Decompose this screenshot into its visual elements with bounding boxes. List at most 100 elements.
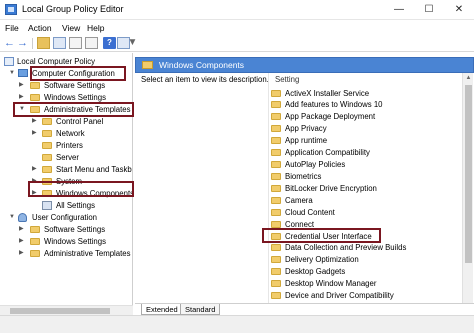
expand-arrow-icon[interactable]: ▶	[19, 236, 25, 247]
tree-label: All Settings	[56, 201, 96, 210]
tab-standard[interactable]: Standard	[180, 304, 221, 315]
show-hide-tree-icon[interactable]	[53, 37, 66, 49]
menu-action[interactable]: Action	[28, 23, 52, 33]
collapse-arrow-icon[interactable]: ▼	[9, 212, 15, 223]
folder-icon	[271, 197, 281, 204]
back-arrow-icon[interactable]: ←	[4, 37, 17, 49]
setting-item[interactable]: Application Compatibility	[271, 147, 461, 158]
toolbar: ← → ? ▼	[0, 35, 474, 52]
tree-item-control-panel[interactable]: ▶ Control Panel	[0, 116, 132, 127]
setting-column-header[interactable]: Setting	[275, 75, 299, 84]
tree-item-printers[interactable]: Printers	[0, 140, 132, 151]
expand-arrow-icon[interactable]: ▶	[32, 128, 38, 139]
setting-label: Camera	[285, 196, 313, 205]
tree-label: Windows Settings	[44, 237, 106, 246]
setting-label: Biometrics	[285, 172, 322, 181]
setting-item[interactable]: Camera	[271, 195, 461, 206]
folder-icon	[42, 130, 52, 137]
folder-icon	[271, 161, 281, 168]
tree-horizontal-scrollbar[interactable]	[0, 305, 133, 315]
menu-bar: File Action View Help	[0, 20, 474, 35]
tree-item-user-windows-settings[interactable]: ▶ Windows Settings	[0, 236, 132, 247]
close-icon[interactable]: ✕	[444, 0, 474, 20]
tree-item-server[interactable]: Server	[0, 152, 132, 163]
folder-icon	[142, 61, 153, 69]
setting-item[interactable]: ActiveX Installer Service	[271, 88, 461, 99]
details-header: Windows Components	[135, 57, 474, 73]
tab-extended[interactable]: Extended	[141, 304, 183, 315]
setting-item[interactable]: App Package Deployment	[271, 111, 461, 122]
folder-icon	[271, 221, 281, 228]
maximize-icon[interactable]: ☐	[414, 0, 444, 20]
folder-icon	[42, 142, 52, 149]
folder-icon	[271, 185, 281, 192]
forward-arrow-icon[interactable]: →	[17, 37, 30, 49]
column-divider	[268, 73, 269, 309]
setting-label: Data Collection and Preview Builds	[285, 243, 407, 252]
window-title: Local Group Policy Editor	[22, 4, 124, 14]
tree-item-all-settings[interactable]: All Settings	[0, 200, 132, 211]
setting-label: App runtime	[285, 136, 328, 145]
status-bar	[0, 315, 474, 333]
policy-icon	[4, 57, 14, 66]
menu-file[interactable]: File	[5, 23, 19, 33]
details-vertical-scrollbar[interactable]: ▲ ▼	[462, 73, 473, 315]
minimize-icon[interactable]: —	[384, 0, 414, 20]
folder-icon	[42, 118, 52, 125]
setting-item[interactable]: Add features to Windows 10	[271, 99, 461, 110]
tree-item-network[interactable]: ▶ Network	[0, 128, 132, 139]
folder-icon	[271, 268, 281, 275]
scrollbar-thumb[interactable]	[465, 85, 472, 263]
setting-item[interactable]: Cloud Content	[271, 207, 461, 218]
filter-icon[interactable]: ▼	[126, 37, 139, 49]
expand-arrow-icon[interactable]: ▶	[19, 80, 25, 91]
folder-icon	[271, 209, 281, 216]
tree-item-start-menu[interactable]: ▶ Start Menu and Taskbar	[0, 164, 133, 175]
setting-label: Device and Driver Compatibility	[285, 291, 394, 300]
setting-item[interactable]: App Privacy	[271, 123, 461, 134]
folder-icon	[271, 149, 281, 156]
expand-arrow-icon[interactable]: ▶	[19, 224, 25, 235]
setting-item[interactable]: Delivery Optimization	[271, 254, 461, 265]
tree-label: Administrative Templates	[44, 249, 131, 258]
highlight-computer-configuration	[30, 66, 126, 81]
up-folder-icon[interactable]	[37, 37, 50, 49]
tree-label: Server	[56, 153, 79, 162]
expand-arrow-icon[interactable]: ▶	[32, 116, 38, 127]
details-pane: Windows Components Select an item to vie…	[135, 53, 474, 315]
setting-item[interactable]: Biometrics	[271, 171, 461, 182]
properties-icon[interactable]	[69, 37, 82, 49]
tree-label: Start Menu and Taskbar	[56, 165, 133, 174]
expand-arrow-icon[interactable]: ▶	[32, 164, 38, 175]
setting-item[interactable]: Desktop Window Manager	[271, 278, 461, 289]
menu-help[interactable]: Help	[87, 23, 104, 33]
folder-icon	[271, 90, 281, 97]
help-icon[interactable]: ?	[103, 37, 116, 49]
export-list-icon[interactable]	[85, 37, 98, 49]
tree-item-user-administrative-templates[interactable]: ▶ Administrative Templates	[0, 248, 132, 259]
highlight-administrative-templates	[13, 102, 134, 117]
tree-item-user-configuration[interactable]: ▼ User Configuration	[0, 212, 132, 223]
scroll-up-arrow-icon[interactable]: ▲	[463, 73, 474, 84]
setting-item[interactable]: App runtime	[271, 135, 461, 146]
folder-icon	[271, 173, 281, 180]
setting-label: Desktop Gadgets	[285, 267, 346, 276]
setting-item[interactable]: Data Collection and Preview Builds	[271, 242, 461, 253]
setting-label: AutoPlay Policies	[285, 160, 346, 169]
folder-icon	[271, 125, 281, 132]
setting-item[interactable]: Desktop Gadgets	[271, 266, 461, 277]
expand-arrow-icon[interactable]: ▶	[19, 248, 25, 259]
setting-item[interactable]: Device and Driver Compatibility	[271, 290, 461, 301]
setting-label: BitLocker Drive Encryption	[285, 184, 377, 193]
menu-view[interactable]: View	[62, 23, 80, 33]
tree-item-software-settings[interactable]: ▶ Software Settings	[0, 80, 132, 91]
setting-item[interactable]: BitLocker Drive Encryption	[271, 183, 461, 194]
setting-label: Add features to Windows 10	[285, 100, 383, 109]
tree-label: Control Panel	[56, 117, 104, 126]
scrollbar-thumb[interactable]	[10, 308, 110, 314]
setting-item[interactable]: AutoPlay Policies	[271, 159, 461, 170]
collapse-arrow-icon[interactable]: ▼	[9, 68, 15, 79]
tree-item-user-software-settings[interactable]: ▶ Software Settings	[0, 224, 132, 235]
details-title: Windows Components	[159, 60, 245, 70]
folder-icon	[271, 137, 281, 144]
